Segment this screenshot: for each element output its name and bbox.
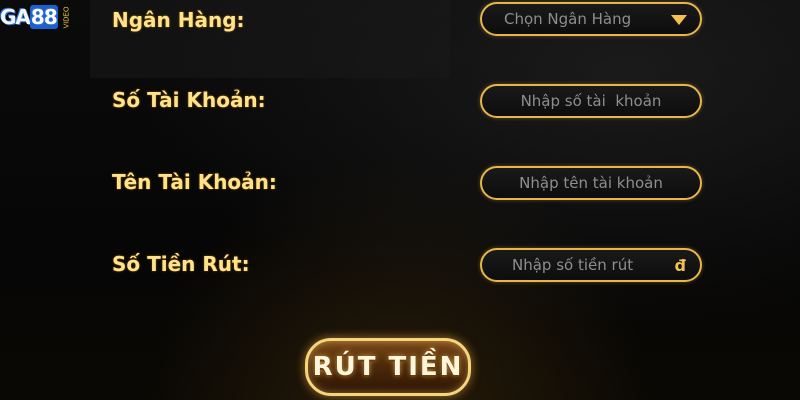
account-number-placeholder: Nhập số tài khoản bbox=[520, 92, 662, 110]
withdraw-button[interactable]: RÚT TIỀN bbox=[305, 338, 471, 396]
logo-letters: GA bbox=[0, 5, 31, 29]
account-number-label: Số Tài Khoản: bbox=[112, 88, 266, 112]
account-name-placeholder: Nhập tên tài khoản bbox=[519, 174, 663, 192]
chevron-down-icon[interactable] bbox=[671, 15, 687, 25]
bank-label: Ngân Hàng: bbox=[112, 8, 245, 32]
brand-logo: GA88 VIDEO bbox=[0, 0, 78, 34]
account-number-input[interactable]: Nhập số tài khoản bbox=[480, 84, 702, 118]
withdraw-button-label: RÚT TIỀN bbox=[312, 352, 464, 382]
amount-label: Số Tiền Rút: bbox=[112, 252, 250, 276]
logo-text: GA88 bbox=[0, 5, 58, 29]
bank-select-placeholder: Chọn Ngân Hàng bbox=[504, 10, 632, 28]
account-name-input[interactable]: Nhập tên tài khoản bbox=[480, 166, 702, 200]
amount-input[interactable]: Nhập số tiền rút đ bbox=[480, 248, 702, 282]
account-name-label: Tên Tài Khoản: bbox=[112, 170, 277, 194]
logo-subtitle: VIDEO bbox=[63, 6, 71, 28]
amount-placeholder: Nhập số tiền rút bbox=[512, 256, 634, 274]
currency-dong-icon: đ bbox=[674, 256, 686, 275]
bank-select[interactable]: Chọn Ngân Hàng bbox=[480, 2, 702, 36]
logo-number: 88 bbox=[29, 5, 58, 29]
